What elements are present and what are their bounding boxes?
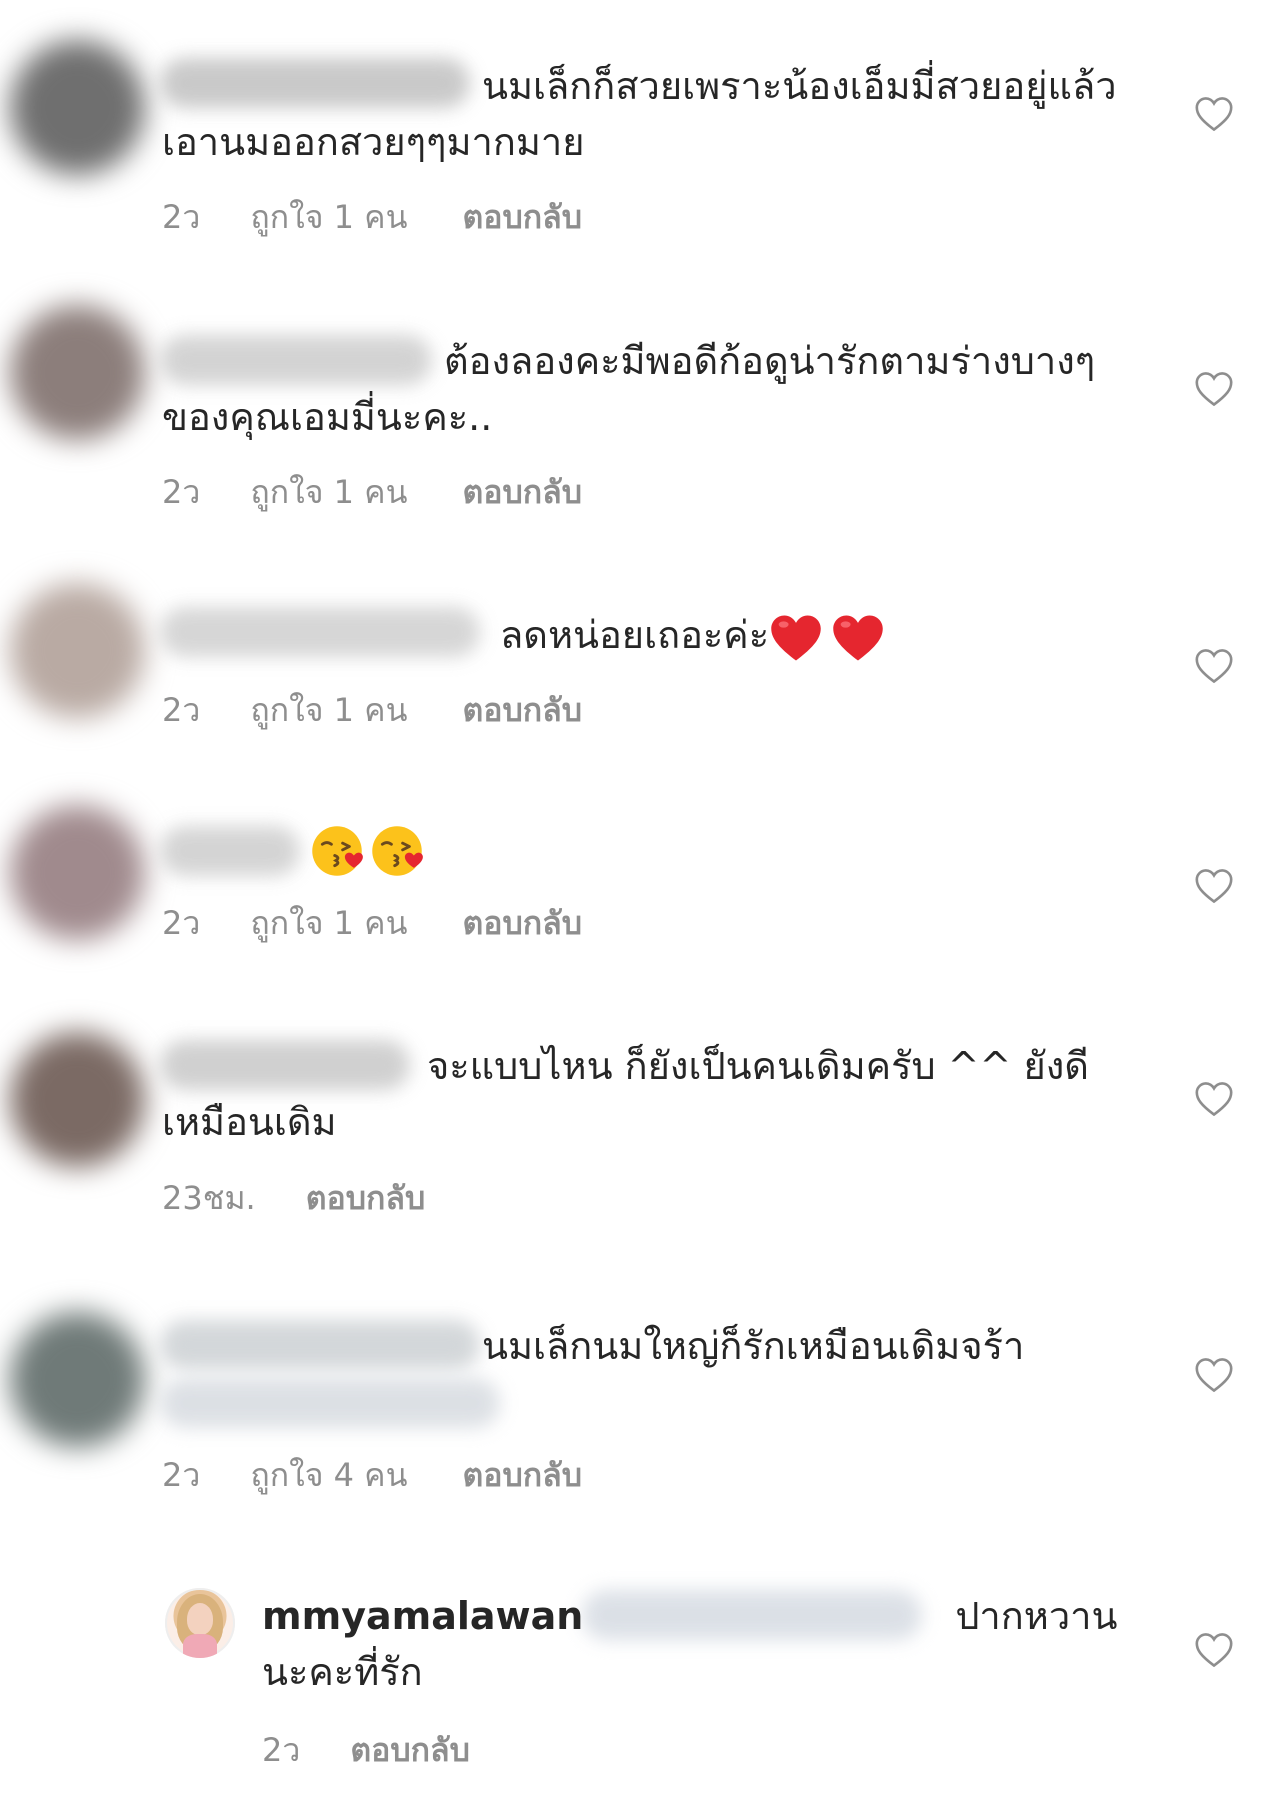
kissing-face-emoji: [312, 825, 363, 876]
avatar-face: [187, 1603, 213, 1635]
avatar[interactable]: [10, 305, 145, 440]
comment-meta: 2ว ถูกใจ 1 คน ตอบกลับ: [162, 472, 582, 512]
comment-meta: 2ว ถูกใจ 1 คน ตอบกลับ: [162, 903, 582, 943]
comment-username[interactable]: mmyamalawan: [262, 1594, 583, 1638]
likes-count-link[interactable]: ถูกใจ 1 คน: [250, 197, 407, 237]
reply-button[interactable]: ตอบกลับ: [462, 1455, 582, 1495]
red-heart-emoji: [833, 615, 883, 660]
heart-outline-icon[interactable]: [1194, 1632, 1234, 1668]
comment-meta: 2ว ถูกใจ 1 คน ตอบกลับ: [162, 690, 582, 730]
comment-meta: 2ว ตอบกลับ: [262, 1730, 470, 1770]
reply-button[interactable]: ตอบกลับ: [306, 1178, 426, 1218]
likes-count-link[interactable]: ถูกใจ 1 คน: [250, 903, 407, 943]
avatar[interactable]: [10, 1032, 145, 1167]
avatar[interactable]: [10, 805, 145, 940]
likes-count-link[interactable]: ถูกใจ 1 คน: [250, 690, 407, 730]
comment-time: 2ว: [162, 904, 201, 942]
comment-text: นมเล็กนมใหญ่ก็รักเหมือนเดิมจร้า: [482, 1324, 1025, 1368]
reply-button[interactable]: ตอบกลับ: [462, 197, 582, 237]
likes-count-link[interactable]: ถูกใจ 1 คน: [250, 472, 407, 512]
reply-button[interactable]: ตอบกลับ: [462, 690, 582, 730]
comment-text: ลดหน่อยเถอะค่ะ: [162, 607, 1122, 663]
comment-text: ต้องลองคะมีพอดีก้อดูน่ารักตามร่างบางๆของ…: [162, 339, 1096, 439]
reply-button[interactable]: ตอบกลับ: [350, 1730, 470, 1770]
comment-meta: 2ว ถูกใจ 1 คน ตอบกลับ: [162, 197, 582, 237]
comment-text: จะแบบไหน ก็ยังเป็นคนเดิมครับ ^^ ยังดีเหม…: [162, 1044, 1089, 1144]
heart-outline-icon[interactable]: [1194, 1081, 1234, 1117]
avatar-top: [183, 1634, 217, 1658]
comment-meta: 23ชม. ตอบกลับ: [162, 1178, 425, 1218]
heart-outline-icon[interactable]: [1194, 371, 1234, 407]
avatar[interactable]: [10, 1312, 145, 1447]
comment-time: 2ว: [262, 1731, 301, 1769]
comment-time: 2ว: [162, 473, 201, 511]
comment-time: 2ว: [162, 198, 201, 236]
red-heart-emoji: [771, 615, 821, 660]
avatar[interactable]: [10, 40, 145, 175]
comment-text: mmyamalawan ปากหวานนะคะที่รัก: [262, 1588, 1122, 1700]
comment-time: 2ว: [162, 691, 201, 729]
comment-time: 23ชม.: [162, 1179, 256, 1217]
heart-outline-icon[interactable]: [1194, 1357, 1234, 1393]
comment-meta: 2ว ถูกใจ 4 คน ตอบกลับ: [162, 1455, 582, 1495]
heart-outline-icon[interactable]: [1194, 868, 1234, 904]
heart-outline-icon[interactable]: [1194, 96, 1234, 132]
likes-count-link[interactable]: ถูกใจ 4 คน: [250, 1455, 407, 1495]
comment-text: [162, 820, 1122, 878]
heart-outline-icon[interactable]: [1194, 648, 1234, 684]
reply-button[interactable]: ตอบกลับ: [462, 472, 582, 512]
reply-button[interactable]: ตอบกลับ: [462, 903, 582, 943]
kissing-face-emoji: [372, 825, 423, 876]
comment-text-body: ลดหน่อยเถอะค่ะ: [500, 613, 770, 657]
avatar[interactable]: [10, 583, 145, 718]
comment-time: 2ว: [162, 1456, 201, 1494]
avatar[interactable]: [165, 1588, 235, 1658]
comment-list: นมเล็กก็สวยเพราะน้องเอ็มมี่สวยอยู่แล้วเอ…: [0, 0, 1280, 1805]
comment-text: นมเล็กก็สวยเพราะน้องเอ็มมี่สวยอยู่แล้วเอ…: [162, 64, 1117, 164]
username-blurred-line2: [160, 1378, 500, 1428]
